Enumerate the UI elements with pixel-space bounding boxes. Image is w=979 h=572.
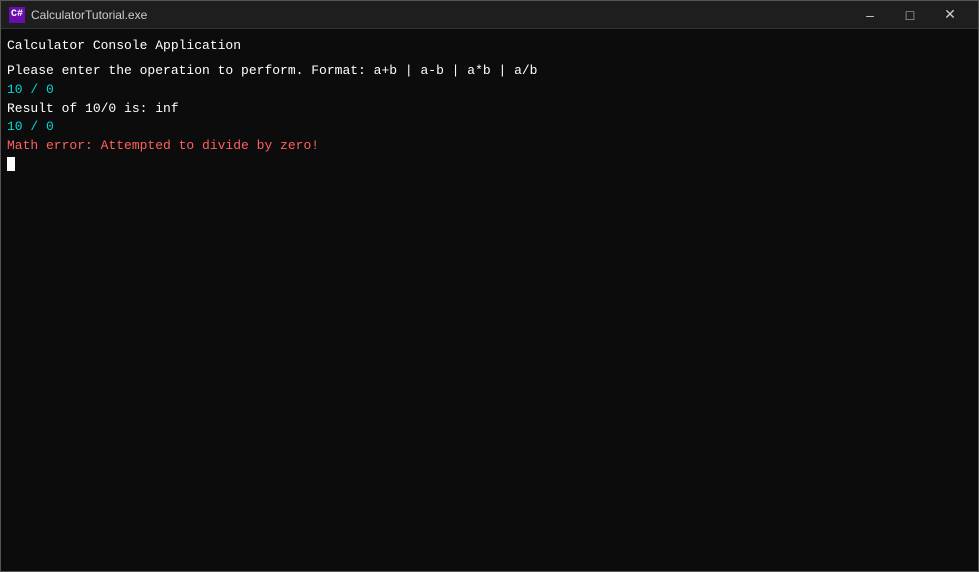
cursor-line — [7, 156, 972, 171]
window-title: CalculatorTutorial.exe — [31, 8, 147, 22]
maximize-button[interactable]: □ — [890, 1, 930, 29]
input-line-1: 10 / 0 — [7, 81, 972, 100]
minimize-button[interactable]: – — [850, 1, 890, 29]
close-button[interactable]: ✕ — [930, 1, 970, 29]
input-line-2: 10 / 0 — [7, 118, 972, 137]
error-line: Math error: Attempted to divide by zero! — [7, 137, 972, 156]
result-line-1: Result of 10/0 is: inf — [7, 100, 972, 119]
main-window: C# CalculatorTutorial.exe – □ ✕ Calculat… — [0, 0, 979, 572]
cursor-block — [7, 157, 15, 171]
title-bar: C# CalculatorTutorial.exe – □ ✕ — [1, 1, 978, 29]
window-controls: – □ ✕ — [850, 1, 970, 29]
console-heading: Calculator Console Application — [7, 37, 972, 56]
app-icon: C# — [9, 7, 25, 23]
console-output[interactable]: Calculator Console Application Please en… — [1, 29, 978, 571]
title-bar-left: C# CalculatorTutorial.exe — [9, 7, 147, 23]
prompt-line: Please enter the operation to perform. F… — [7, 62, 972, 81]
